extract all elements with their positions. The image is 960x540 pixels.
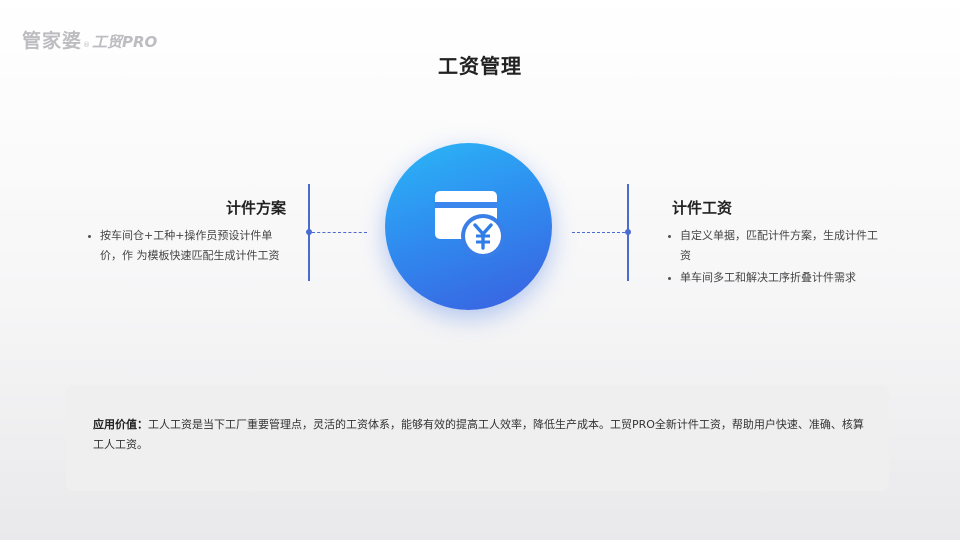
wallet-yuan-icon	[435, 191, 505, 258]
right-connector-dash	[572, 232, 625, 233]
application-value-text: 应用价值：工人工资是当下工厂重要管理点，灵活的工资体系，能够有效的提高工人效率，…	[93, 415, 868, 455]
right-bullet-list: 自定义单据，匹配计件方案，生成计件工资 单车间多工和解决工序折叠计件需求	[666, 226, 886, 290]
application-value-box: 应用价值：工人工资是当下工厂重要管理点，灵活的工资体系，能够有效的提高工人效率，…	[66, 385, 889, 491]
right-section-heading: 计件工资	[672, 199, 733, 217]
logo-registered-mark: ®	[83, 41, 91, 49]
application-value-body: 工人工资是当下工厂重要管理点，灵活的工资体系，能够有效的提高工人效率，降低生产成…	[93, 418, 864, 451]
page-title: 工资管理	[438, 54, 522, 78]
left-bullet-list: 按车间仓+工种+操作员预设计件单价，作 为模板快速匹配生成计件工资	[86, 226, 292, 266]
right-bullet-item: 单车间多工和解决工序折叠计件需求	[666, 268, 886, 288]
right-divider-line	[627, 184, 629, 281]
left-connector-dash	[312, 232, 367, 233]
left-section-heading: 计件方案	[226, 199, 287, 217]
right-bullet-item: 自定义单据，匹配计件方案，生成计件工资	[666, 226, 886, 266]
logo: 管家婆 ® 工贸PRO	[22, 26, 157, 53]
center-icon-circle	[385, 143, 552, 310]
application-value-label: 应用价值：	[93, 418, 148, 431]
logo-product: 工贸PRO	[92, 33, 158, 51]
logo-brand: 管家婆	[22, 30, 83, 52]
left-bullet-item: 按车间仓+工种+操作员预设计件单价，作 为模板快速匹配生成计件工资	[86, 226, 292, 266]
